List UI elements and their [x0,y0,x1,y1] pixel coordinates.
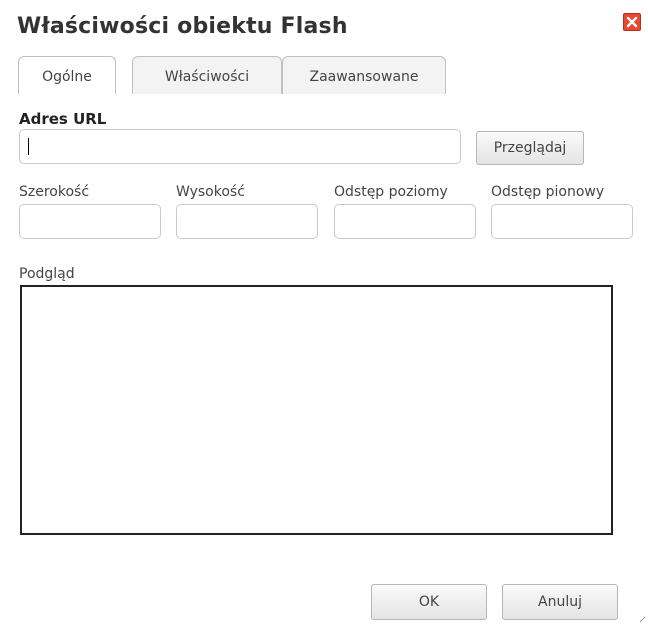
tab-properties-label: Właściwości [164,69,250,85]
browse-button[interactable]: Przeglądaj [476,131,584,165]
tab-general-label: Ogólne [42,69,92,85]
tab-general[interactable]: Ogólne [18,56,116,94]
dialog-title: Właściwości obiektu Flash [17,14,348,39]
resize-grip-icon[interactable] [639,608,646,623]
text-cursor [28,138,29,155]
hspace-label: Odstęp poziomy [334,184,448,200]
close-icon[interactable] [623,13,641,31]
tab-properties[interactable]: Właściwości [132,56,282,94]
width-label: Szerokość [19,184,90,200]
ok-button[interactable]: OK [371,584,487,620]
width-input[interactable] [19,204,161,239]
height-label: Wysokość [176,184,245,200]
flash-properties-dialog: Właściwości obiektu Flash Ogólne Właściw… [0,0,648,623]
url-input[interactable] [19,129,461,164]
hspace-input[interactable] [334,204,476,239]
cancel-button[interactable]: Anuluj [502,584,618,620]
vspace-input[interactable] [491,204,633,239]
height-input[interactable] [176,204,318,239]
url-label: Adres URL [19,110,107,128]
vspace-label: Odstęp pionowy [491,184,605,200]
preview-area [20,285,613,535]
tab-advanced[interactable]: Zaawansowane [282,56,446,94]
tab-advanced-label: Zaawansowane [309,69,419,85]
preview-label: Podgląd [19,266,75,282]
